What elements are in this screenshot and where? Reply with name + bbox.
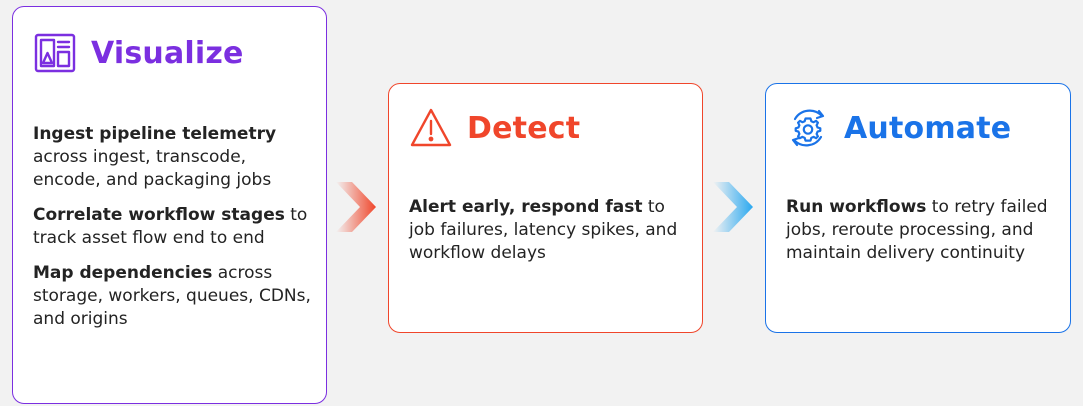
dashboard-icon bbox=[33, 31, 77, 75]
gear-cycle-icon bbox=[786, 106, 830, 150]
automate-item: Run workflows to retry failed jobs, rero… bbox=[786, 196, 1056, 265]
visualize-body: Ingest pipeline telemetry across ingest,… bbox=[33, 123, 312, 343]
detect-body: Alert early, respond fast to job failure… bbox=[409, 196, 688, 277]
automate-title: Automate bbox=[844, 110, 1012, 146]
chevron-right-icon bbox=[336, 182, 376, 232]
automate-header: Automate bbox=[786, 106, 1011, 150]
visualize-item-bold: Map dependencies bbox=[33, 263, 213, 283]
warning-triangle-icon bbox=[409, 106, 453, 150]
visualize-item: Map dependencies across storage, workers… bbox=[33, 262, 312, 331]
visualize-item: Ingest pipeline telemetry across ingest,… bbox=[33, 123, 312, 192]
connector-arrow-automate bbox=[709, 180, 757, 234]
chevron-right-icon bbox=[713, 182, 753, 232]
visualize-item-text: across ingest, transcode, encode, and pa… bbox=[33, 147, 272, 190]
visualize-item-bold: Correlate workflow stages bbox=[33, 205, 285, 225]
automate-item-bold: Run workflows bbox=[786, 197, 927, 217]
automate-card: Automate Run workflows to retry failed j… bbox=[765, 83, 1071, 333]
visualize-item-bold: Ingest pipeline telemetry bbox=[33, 124, 277, 144]
detect-item: Alert early, respond fast to job failure… bbox=[409, 196, 688, 265]
detect-title: Detect bbox=[467, 110, 581, 146]
visualize-header: Visualize bbox=[33, 31, 244, 75]
connector-arrow-detect bbox=[332, 180, 380, 234]
detect-item-bold: Alert early, respond fast bbox=[409, 197, 643, 217]
detect-card: Detect Alert early, respond fast to job … bbox=[388, 83, 703, 333]
detect-header: Detect bbox=[409, 106, 580, 150]
automate-body: Run workflows to retry failed jobs, rero… bbox=[786, 196, 1056, 277]
visualize-item: Correlate workflow stages to track asset… bbox=[33, 204, 312, 250]
visualize-card: Visualize Ingest pipeline telemetry acro… bbox=[12, 6, 327, 404]
visualize-title: Visualize bbox=[91, 35, 244, 71]
